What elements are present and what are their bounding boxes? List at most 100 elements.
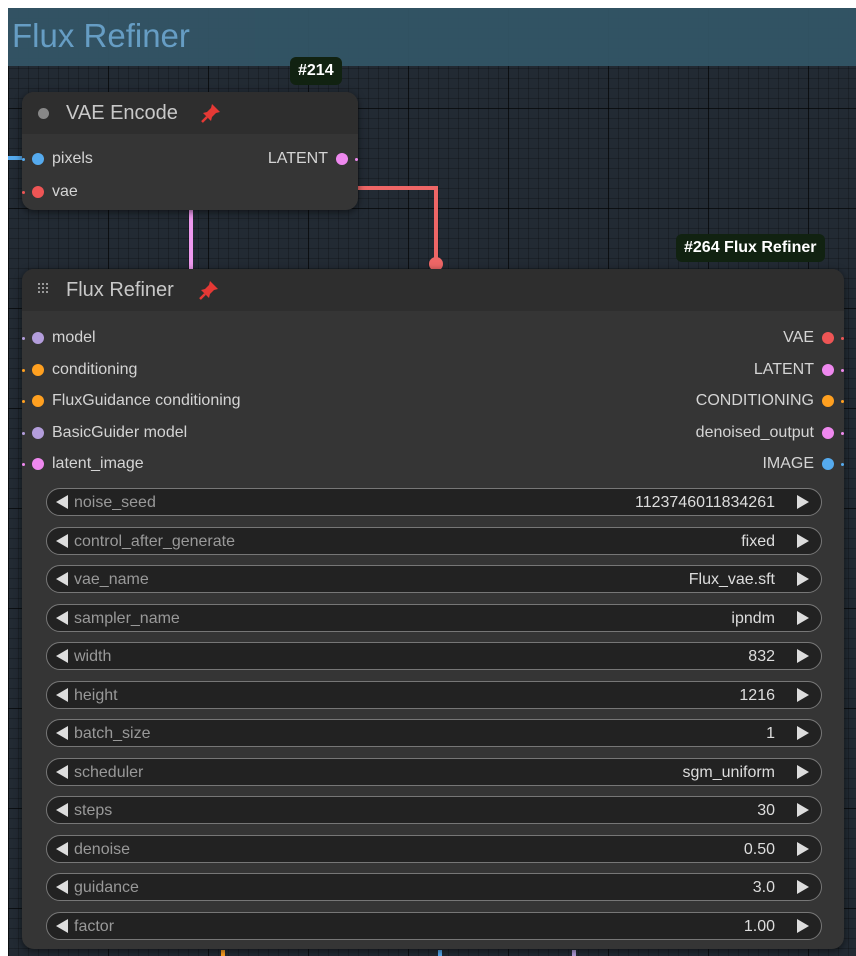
increment-arrow-icon[interactable] (797, 918, 809, 933)
decrement-arrow-icon[interactable] (56, 918, 68, 933)
vae-encode-node[interactable]: VAE Encode pixels vae LATENT (22, 92, 358, 210)
increment-arrow-icon[interactable] (797, 649, 809, 663)
increment-arrow-icon[interactable] (797, 533, 809, 548)
vae-encode-title-bar[interactable]: VAE Encode (22, 92, 358, 134)
decrement-arrow-icon[interactable] (56, 610, 68, 625)
widget-vae-name[interactable]: vae_name Flux_vae.sft (46, 565, 822, 593)
widget-denoise[interactable]: denoise 0.50 (46, 834, 822, 863)
output-slot-latent[interactable] (822, 363, 834, 376)
widget-label: steps (74, 802, 113, 819)
output-label: LATENT (753, 360, 814, 378)
widget-noise-seed[interactable]: noise_seed 1123746011834261 (46, 488, 822, 516)
decrement-arrow-icon[interactable] (56, 803, 68, 817)
input-slot-fluxguidance-conditioning[interactable] (32, 395, 44, 407)
decrement-arrow-icon[interactable] (56, 533, 68, 548)
widget-scheduler[interactable]: scheduler sgm_uniform (46, 757, 822, 786)
widget-label: batch_size (74, 725, 151, 742)
increment-arrow-icon[interactable] (797, 726, 809, 740)
input-slot-latent_image[interactable] (32, 458, 44, 470)
output-slot-conditioning[interactable] (822, 395, 834, 407)
widget-value[interactable]: sgm_uniform (683, 763, 775, 783)
input-slot-vae[interactable] (32, 186, 44, 198)
output-link-stub (841, 368, 844, 372)
decrement-arrow-icon[interactable] (56, 687, 68, 702)
widget-value[interactable]: 1 (766, 724, 775, 744)
decrement-arrow-icon[interactable] (56, 572, 68, 586)
widget-label: sampler_name (74, 609, 180, 627)
input-link-stub (22, 158, 25, 161)
input-link-stub (22, 400, 25, 403)
output-slot-vae[interactable] (822, 332, 834, 344)
widget-label: height (74, 686, 118, 704)
input-link-stub (22, 337, 25, 340)
widget-label: guidance (74, 879, 139, 896)
increment-arrow-icon[interactable] (797, 572, 809, 586)
output-label: CONDITIONING (695, 392, 814, 409)
widget-value[interactable]: ipndm (731, 609, 775, 629)
increment-arrow-icon[interactable] (797, 841, 809, 856)
vae-encode-title: VAE Encode (66, 102, 178, 124)
increment-arrow-icon[interactable] (797, 610, 809, 625)
input-label: pixels (52, 150, 93, 167)
widget-guidance[interactable]: guidance 3.0 (46, 873, 822, 901)
pin-icon (201, 104, 220, 123)
widget-label: scheduler (74, 763, 144, 781)
widget-value[interactable]: 1123746011834261 (635, 493, 775, 513)
widget-steps[interactable]: steps 30 (46, 796, 822, 824)
input-link-stub (22, 191, 25, 194)
input-link-stub (22, 463, 25, 466)
decrement-arrow-icon[interactable] (56, 649, 68, 663)
widget-height[interactable]: height 1216 (46, 680, 822, 709)
flux-refiner-title: Flux Refiner (66, 279, 174, 301)
output-label: LATENT (267, 150, 328, 167)
input-label: FluxGuidance conditioning (52, 392, 241, 409)
input-slot-basicguider-model[interactable] (32, 426, 44, 439)
widget-value[interactable]: 3.0 (753, 878, 775, 898)
flux-refiner-node[interactable]: Flux Refiner model conditioning FluxGuidan… (22, 269, 844, 949)
decrement-arrow-icon[interactable] (56, 880, 68, 894)
output-label: IMAGE (762, 455, 814, 472)
widget-width[interactable]: width 832 (46, 642, 822, 670)
widget-value[interactable]: fixed (741, 532, 775, 552)
increment-arrow-icon[interactable] (797, 880, 809, 894)
widget-sampler-name[interactable]: sampler_name ipndm (46, 603, 822, 632)
decrement-arrow-icon[interactable] (56, 764, 68, 779)
output-slot-latent[interactable] (336, 153, 348, 165)
decrement-arrow-icon[interactable] (56, 726, 68, 740)
widget-value[interactable]: Flux_vae.sft (689, 570, 775, 590)
widget-label: denoise (74, 840, 131, 858)
output-link-stub (355, 158, 358, 161)
output-label: denoised_output (695, 423, 814, 441)
input-slot-conditioning[interactable] (32, 363, 44, 376)
widget-label: vae_name (74, 571, 149, 588)
output-slot-denoised_output[interactable] (822, 426, 834, 439)
drag-grip-icon[interactable] (38, 283, 50, 295)
node-graph-canvas[interactable]: Flux Refiner #214 VAE Encode pixels vae LA… (8, 8, 856, 956)
flux-refiner-title-bar[interactable]: Flux Refiner (22, 269, 844, 311)
pin-icon (199, 281, 218, 300)
input-slot-model[interactable] (32, 332, 44, 344)
input-label: latent_image (52, 455, 144, 472)
increment-arrow-icon[interactable] (797, 495, 809, 509)
increment-arrow-icon[interactable] (797, 687, 809, 702)
decrement-arrow-icon[interactable] (56, 841, 68, 856)
widget-label: control_after_generate (74, 532, 235, 550)
input-label: vae (52, 183, 78, 200)
output-slot-image[interactable] (822, 458, 834, 470)
widget-value[interactable]: 1216 (739, 686, 775, 706)
output-link-stub (841, 400, 844, 403)
decrement-arrow-icon[interactable] (56, 495, 68, 509)
collapse-dot-icon[interactable] (38, 108, 49, 119)
increment-arrow-icon[interactable] (797, 803, 809, 817)
widget-value[interactable]: 30 (757, 801, 775, 821)
widget-value[interactable]: 832 (748, 647, 775, 667)
widget-batch-size[interactable]: batch_size 1 (46, 719, 822, 747)
widget-value[interactable]: 0.50 (744, 840, 775, 860)
widget-value[interactable]: 1.00 (744, 917, 775, 937)
input-slot-pixels[interactable] (32, 153, 44, 165)
increment-arrow-icon[interactable] (797, 764, 809, 779)
widget-factor[interactable]: factor 1.00 (46, 911, 822, 940)
wire-vae (358, 186, 438, 264)
widget-control-after-generate[interactable]: control_after_generate fixed (46, 526, 822, 555)
output-label: VAE (783, 329, 814, 346)
